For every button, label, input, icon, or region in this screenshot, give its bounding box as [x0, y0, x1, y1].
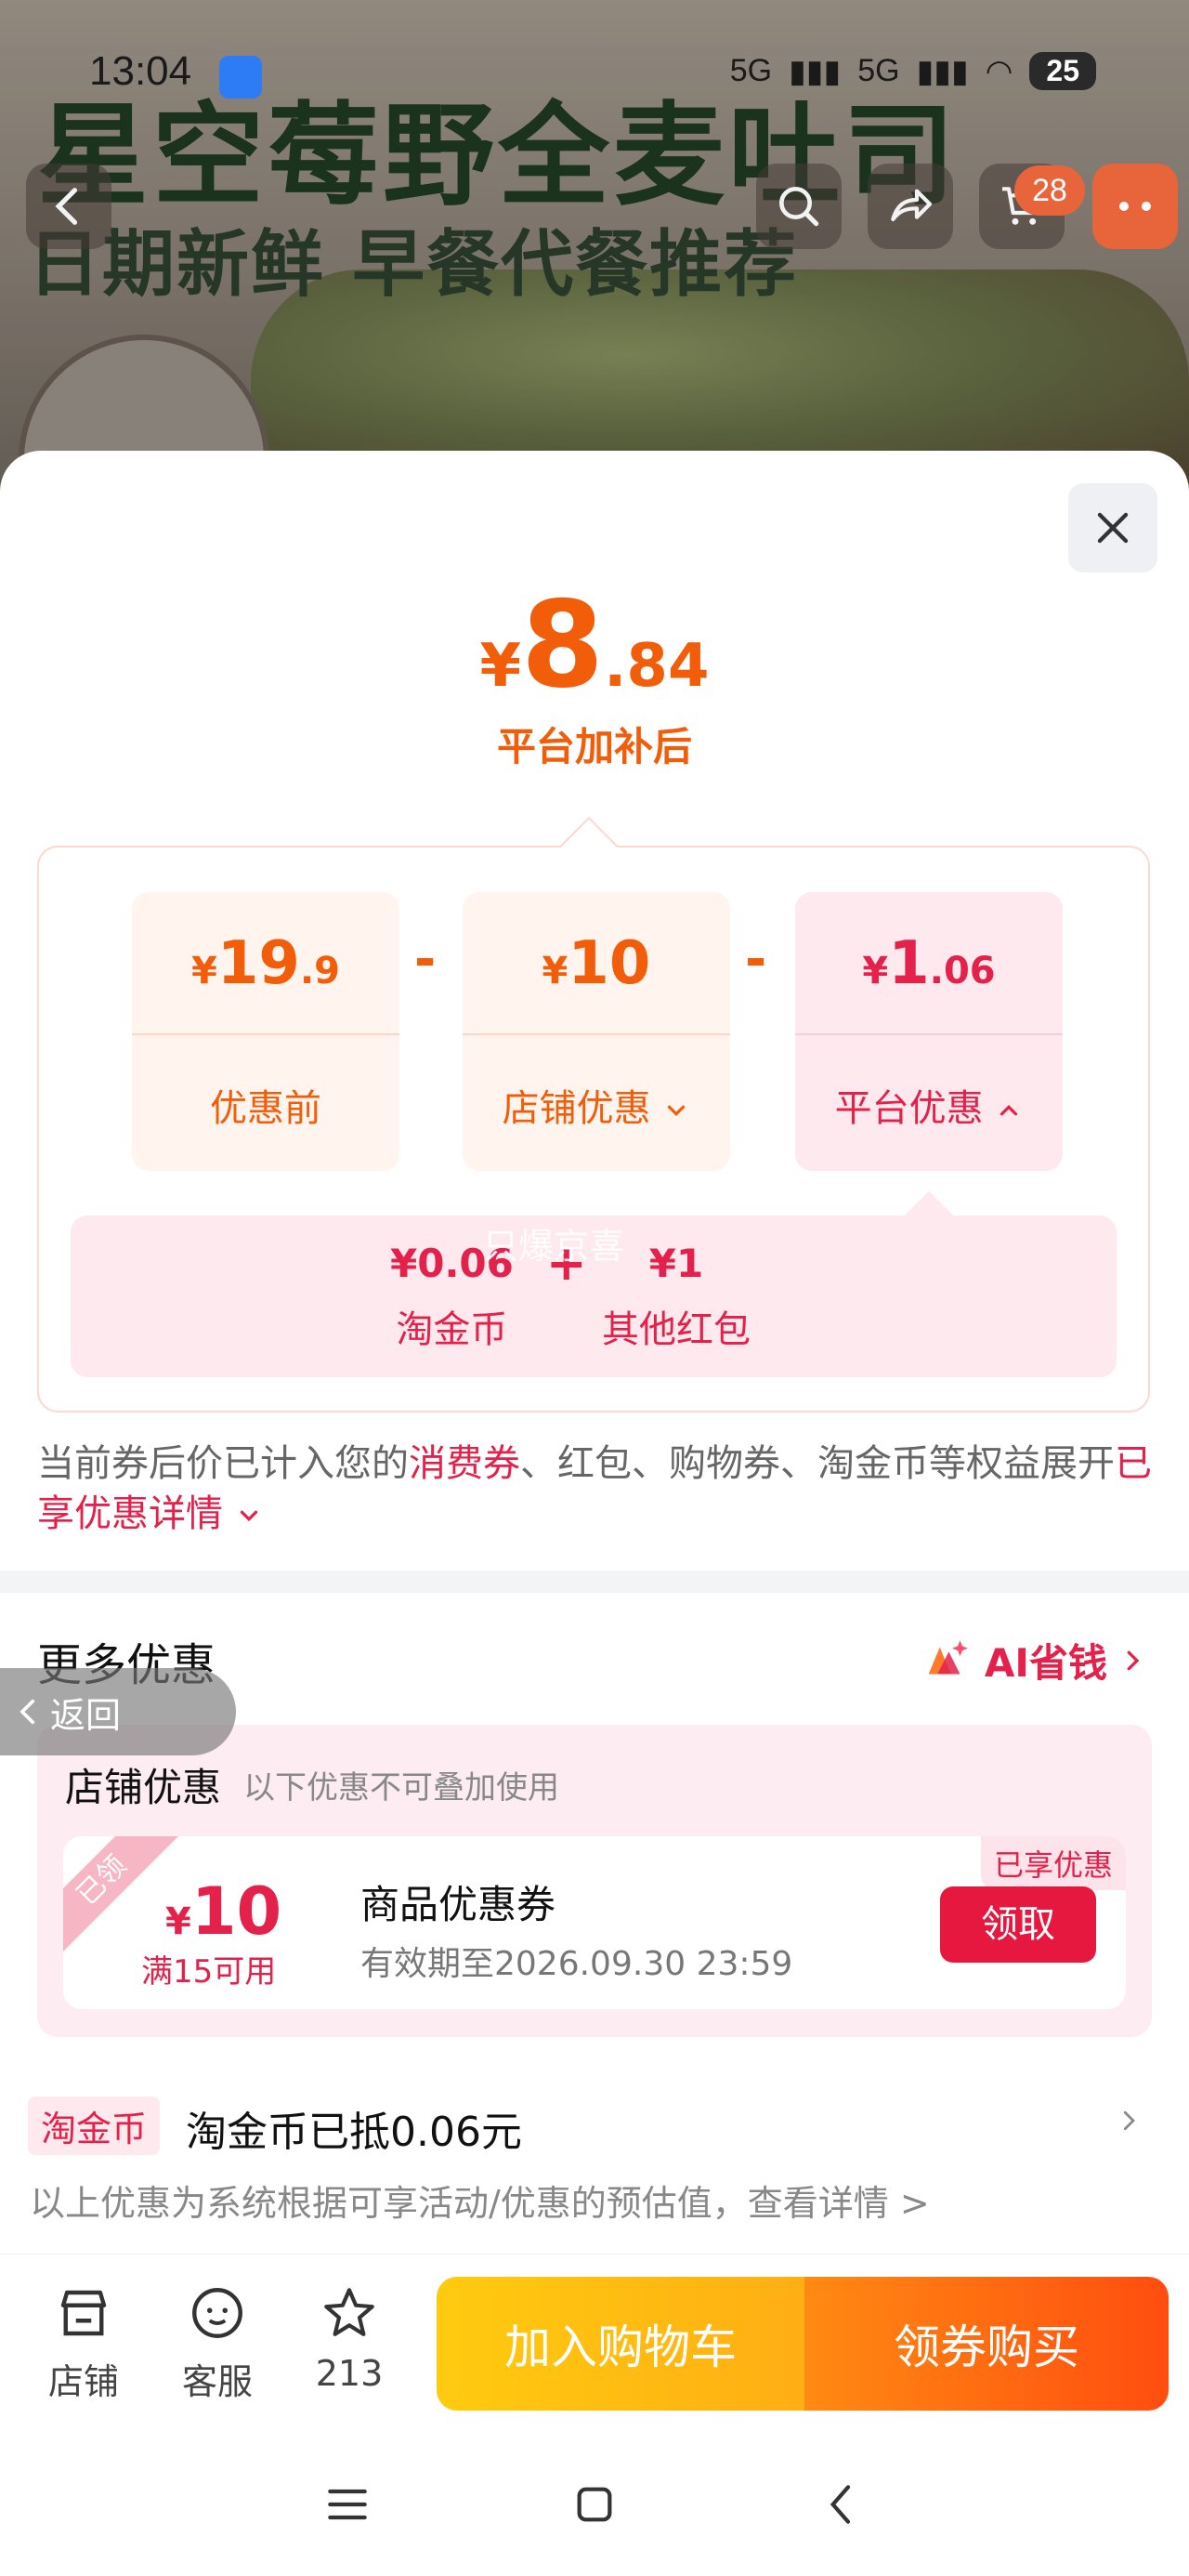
search-icon — [779, 187, 819, 227]
coupon-used-tag: 已享优惠 — [980, 1836, 1126, 1890]
card-divider — [132, 1033, 399, 1035]
before-label: 优惠前 — [210, 1087, 321, 1130]
before-integer: 19 — [216, 929, 300, 998]
status-time: 13:04 — [89, 48, 192, 94]
platform-discount-card[interactable]: ¥1.06 平台优惠 — [795, 892, 1063, 1171]
shop-offer-note: 以下优惠不可叠加使用 — [243, 1769, 559, 1807]
platform-decimal: .06 — [929, 950, 996, 992]
chevron-right-icon — [1123, 2110, 1135, 2131]
gold-coin-arrow[interactable] — [1115, 2102, 1143, 2143]
note-prefix: 当前券后价已计入您的 — [37, 1442, 409, 1485]
signal-5g-label-2: 5G — [857, 53, 900, 88]
price-before-card: ¥19.9 优惠前 — [132, 892, 399, 1171]
watermark: 只爆京喜 — [483, 1226, 625, 1267]
wifi-icon: ◠ — [985, 53, 1013, 89]
ai-save-link[interactable]: AI省钱 — [920, 1632, 1146, 1689]
redpacket-label: 其他红包 — [602, 1308, 751, 1351]
gold-label: 淘金币 — [396, 1308, 508, 1351]
before-currency: ¥ — [191, 950, 217, 992]
menu-icon — [328, 2489, 367, 2520]
shop-currency: ¥ — [542, 950, 568, 992]
disclaimer-link[interactable]: 以上优惠为系统根据可享活动/优惠的预估值，查看详情 > — [30, 2175, 930, 2226]
price-note: 当前券后价已计入您的消费券、红包、购物券、淘金币等权益展开已享优惠详情 — [37, 1439, 1152, 1539]
shop-offer-title: 店铺优惠 — [65, 1765, 222, 1810]
final-price-decimal: .84 — [604, 632, 710, 701]
chevron-down-icon — [240, 1510, 257, 1522]
nav-home-button[interactable] — [557, 2472, 632, 2537]
shop-label: 店铺优惠 — [502, 1087, 651, 1130]
before-decimal: .9 — [299, 950, 340, 992]
close-button[interactable] — [1068, 483, 1157, 572]
platform-currency: ¥ — [862, 950, 889, 992]
coupon-amount: 10 — [190, 1873, 282, 1950]
battery-indicator: 25 — [1029, 52, 1096, 90]
back-button[interactable] — [26, 164, 111, 249]
cta-group: 加入购物车 领券购买 — [437, 2277, 1169, 2411]
gold-coin-tag: 淘金币 — [28, 2096, 161, 2155]
favorite-count: 213 — [315, 2353, 384, 2394]
chevron-down-icon — [668, 1105, 686, 1117]
app-notification-icon — [219, 56, 262, 99]
claim-button[interactable]: 领取 — [940, 1886, 1096, 1963]
return-label: 返回 — [50, 1694, 122, 1736]
coupon-condition: 满15可用 — [141, 1953, 277, 1991]
close-icon — [1097, 512, 1129, 544]
add-to-cart-button[interactable]: 加入购物车 — [437, 2277, 804, 2411]
shop-button[interactable]: 店铺 — [37, 2282, 130, 2404]
coupon-validity: 有效期至2026.09.30 23:59 — [360, 1945, 793, 1983]
note-coupon-link[interactable]: 消费券 — [409, 1442, 520, 1485]
more-icon — [1119, 202, 1151, 211]
service-button[interactable]: 客服 — [171, 2282, 264, 2404]
shop-label-text: 店铺 — [47, 2361, 119, 2402]
minus-sign-2: - — [745, 929, 767, 990]
signal-icon: ▮▮▮ — [789, 53, 842, 89]
platform-integer: 1 — [888, 929, 930, 998]
card-divider — [463, 1033, 730, 1035]
signal-5g-label: 5G — [729, 53, 773, 88]
back-icon — [20, 1699, 35, 1725]
shop-discount-card[interactable]: ¥10 店铺优惠 — [463, 892, 730, 1171]
share-button[interactable] — [868, 164, 953, 249]
final-price-currency: ¥ — [479, 632, 522, 701]
shop-icon — [60, 2290, 107, 2336]
back-icon — [55, 188, 78, 225]
section-divider — [0, 1571, 1189, 1593]
note-middle: 、红包、购物券、淘金币等权益展开 — [520, 1442, 1115, 1485]
coupon-name: 商品优惠券 — [360, 1882, 556, 1927]
more-button[interactable] — [1092, 164, 1178, 249]
cart-count-badge: 28 — [1014, 165, 1085, 216]
minus-sign: - — [414, 929, 437, 990]
ai-save-label: AI省钱 — [984, 1640, 1107, 1686]
nav-back-icon — [830, 2485, 851, 2524]
coupon-currency: ¥ — [165, 1900, 191, 1943]
share-icon — [891, 189, 933, 222]
star-icon — [324, 2288, 374, 2336]
service-icon — [192, 2288, 242, 2338]
ai-sparkle-icon — [928, 1639, 968, 1674]
gold-coin-text[interactable]: 淘金币已抵0.06元 — [186, 2098, 522, 2158]
final-price-integer: 8 — [521, 576, 605, 715]
return-button[interactable]: 返回 — [0, 1668, 236, 1755]
shop-integer: 10 — [568, 929, 651, 998]
final-price: ¥8.84 — [0, 576, 1189, 715]
card-divider — [795, 1033, 1063, 1035]
nav-back-button[interactable] — [804, 2472, 879, 2537]
search-button[interactable] — [756, 164, 842, 249]
final-price-label: 平台加补后 — [496, 724, 692, 769]
signal-icon-2: ▮▮▮ — [916, 53, 969, 89]
chevron-right-icon — [1127, 1650, 1140, 1670]
nav-menu-button[interactable] — [310, 2472, 385, 2537]
home-icon — [577, 2487, 612, 2522]
service-label-text: 客服 — [181, 2361, 253, 2402]
buy-with-coupon-button[interactable]: 领券购买 — [804, 2277, 1169, 2411]
shop-coupon: 已领 ¥10 满15可用 商品优惠券 有效期至2026.09.30 23:59 … — [63, 1836, 1126, 2009]
favorite-button[interactable]: 213 — [303, 2282, 396, 2394]
status-bar: 13:04 5G ▮▮▮ 5G ▮▮▮ ◠ 25 — [0, 48, 1189, 104]
platform-label: 平台优惠 — [834, 1087, 984, 1130]
chevron-up-icon — [1000, 1104, 1018, 1116]
